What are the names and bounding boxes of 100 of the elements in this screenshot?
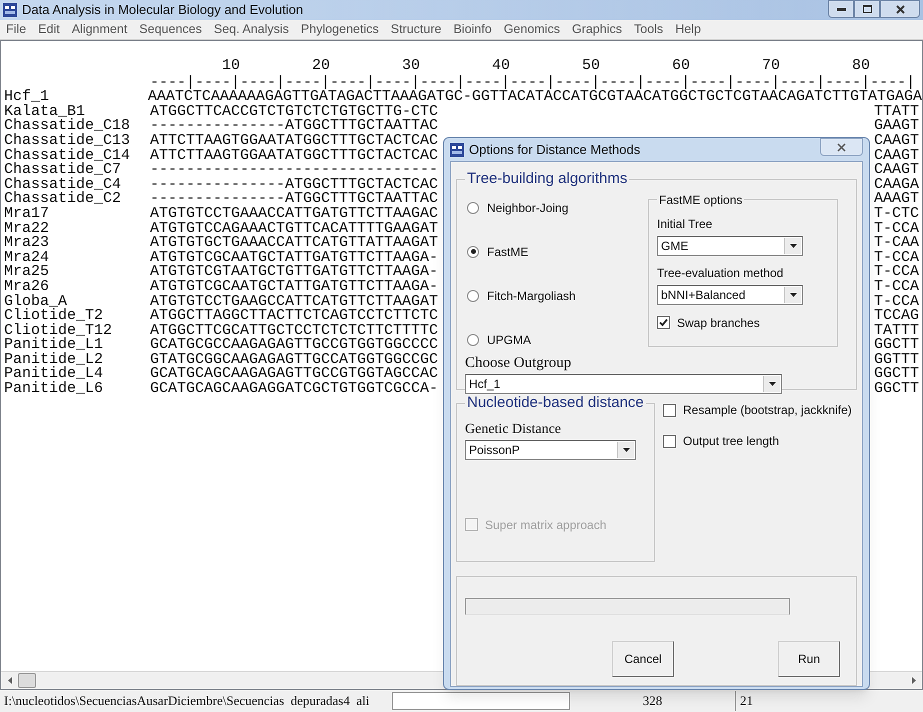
sequence-name: Chassatide_C4 [3,178,122,192]
sequence-text: T-CCA [874,250,920,266]
menu-item[interactable]: Structure [390,20,442,39]
sequence-text: ATGTGTCGCAATGCTATTGATGTTCTTAAGA- [150,280,438,294]
radio-button[interactable] [467,290,479,302]
close-button[interactable] [820,138,863,156]
sequence-text: ---------------ATGGCTTTGCTAATTAC [150,119,438,134]
sequence-name: Panitide_L1 [3,338,104,353]
checkbox[interactable] [663,434,676,448]
sequence-name: Panitide_L2 [3,352,104,368]
ruler-label: 10 [220,59,240,74]
close-button[interactable] [880,0,920,18]
ruler-label: 70 [760,59,780,74]
field-label: Initial Tree [657,216,714,232]
sequence-name: Mra22 [3,222,50,236]
window-title: Data Analysis in Molecular Biology and Evolution [22,1,304,20]
close-icon [837,142,846,152]
ruler-label: 40 [490,59,510,74]
dropdown[interactable]: Hcf_1 [465,374,782,394]
dialog-button[interactable]: Cancel [612,641,674,677]
sequence-text: GGCTT [874,367,920,382]
caret-icon [768,382,776,386]
sequence-text: ATGTGTGCTGAAACCATTCATGTTATTAAGAT [150,236,438,251]
menu-item[interactable]: Graphics [572,20,622,39]
sequence-text: ATGTGTCCAGAAACTGTTCACATTTTGAAGAT [150,222,438,236]
caret-icon [790,292,796,296]
sequence-text: ATTCTTAAGTGGAATATGGCTTTGCTACTCAC [150,134,438,149]
checkbox-label: Output tree length [683,433,780,450]
sequence-name: Chassatide_C18 [3,119,132,134]
menu-item[interactable]: Edit [38,20,60,39]
group-legend: Tree-building algorithms [465,168,630,190]
caret-icon [622,448,630,452]
sequence-name: Chassatide_C2 [3,192,122,207]
sequence-text: -------------------------------- [150,163,438,178]
sequence-text: ATGTGTCGCAATGCTATTGATGTTCTTAAGA- [150,250,438,266]
sequence-text: GCATGCAGCAAGAGGATCGCTGTGGTCGCCA- [150,382,438,397]
sequence-text: ATGGCTTCGCATTGCTCCTCTCTCTTCTTTTC [150,324,438,338]
menu-item[interactable]: Seq. Analysis [214,20,289,39]
sequence-text: T-CCA [874,222,920,236]
scroll-thumb[interactable] [18,673,36,688]
app-logo-icon [450,142,464,156]
maximize-button[interactable] [854,0,880,18]
sequence-name: Chassatide_C13 [3,134,132,149]
menu-item[interactable]: Genomics [504,20,560,39]
sequence-text: CAAGA [874,178,920,192]
sequence-name: Panitide_L4 [3,367,104,382]
checkbox[interactable] [657,316,670,329]
sequence-text: T-CAA [874,236,920,251]
status-count: 21 [735,691,753,711]
sequence-name: Chassatide_C7 [3,163,122,178]
right-arrow-icon [912,677,916,684]
radio-button[interactable] [467,202,479,214]
ruler-label: 50 [580,59,600,74]
sequence-text: ATGTGTCGTAATGCTGTTGATGTTCTTAAGA- [150,265,438,280]
group-legend: Nucleotide-based distance [465,392,646,414]
ruler-label: 30 [400,59,420,74]
sequence-name: Cliotide_T2 [3,309,104,324]
maximize-icon [862,5,872,13]
field-label: Choose Outgroup [465,354,572,372]
ruler-label: 20 [310,59,330,74]
field-label: Tree-evaluation method [657,264,784,282]
sequence-text: ATTCTTAAGTGGAATATGGCTTTGCTACTCAC [150,148,438,164]
minimize-button[interactable] [828,0,854,18]
dialog-button[interactable]: Run [778,641,840,677]
app-logo-icon [3,3,17,17]
sequence-text: ATGTGTCCTGAAGCCATTCATGTTCTTAAGAT [150,294,438,310]
sequence-text: ATGGCTTCACCGTCTGTCTCTGTGCTTG-CTC [150,104,438,120]
sequence-text: TTATT [874,104,920,120]
field-label: Genetic Distance [465,420,562,438]
menu-item[interactable]: Help [675,20,701,39]
checkbox-label: Resample (bootstrap, jackknife) [683,402,852,419]
sequence-text: AAAGT [874,192,920,207]
ruler-label: 60 [670,59,690,74]
sequence-text: T-CCA [874,265,920,280]
menu-item[interactable]: Bioinfo [453,20,492,39]
menu-item[interactable]: File [6,20,26,39]
checkbox[interactable] [663,404,676,416]
dropdown[interactable]: bNNI+Balanced [657,284,803,304]
dropdown[interactable]: PoissonP [465,440,636,460]
sequence-text: AAATCTCAAAAAAGAGTTGATAGACTTAAAGATGC-GGTTACATACCATGCGTAACATGGCTGCTCGTAACAGATCTTGTATGAGA [148,90,922,105]
dropdown[interactable]: GME [657,236,803,256]
ruler-label: 80 [850,59,870,74]
radio-button[interactable] [467,246,479,258]
menu-item[interactable]: Tools [634,20,664,39]
sequence-name: Hcf_1 [3,90,50,105]
sequence-text: GTATGCGGCAAGAGAGTTGCCATGGTGGCCGC [150,352,438,368]
radio-label: Fitch-Margoliash [487,288,576,304]
radio-button[interactable] [467,334,479,346]
sequence-text: ---------------ATGGCTTTGCTAATTAC [150,192,438,207]
sequence-text: CAAGT [874,134,920,149]
radio-label: Neighbor-Joing [487,200,568,216]
sequence-text: T-CCA [874,294,920,310]
menu-item[interactable]: Alignment [72,20,128,39]
minimize-icon [836,8,846,10]
check-icon [659,318,668,327]
menu-item[interactable]: Sequences [139,20,202,39]
sequence-name: Globa_A [3,294,68,310]
menu-item[interactable]: Phylogenetics [300,20,379,39]
sequence-text: CAAGT [874,148,920,164]
status-position: 328 [642,692,664,710]
